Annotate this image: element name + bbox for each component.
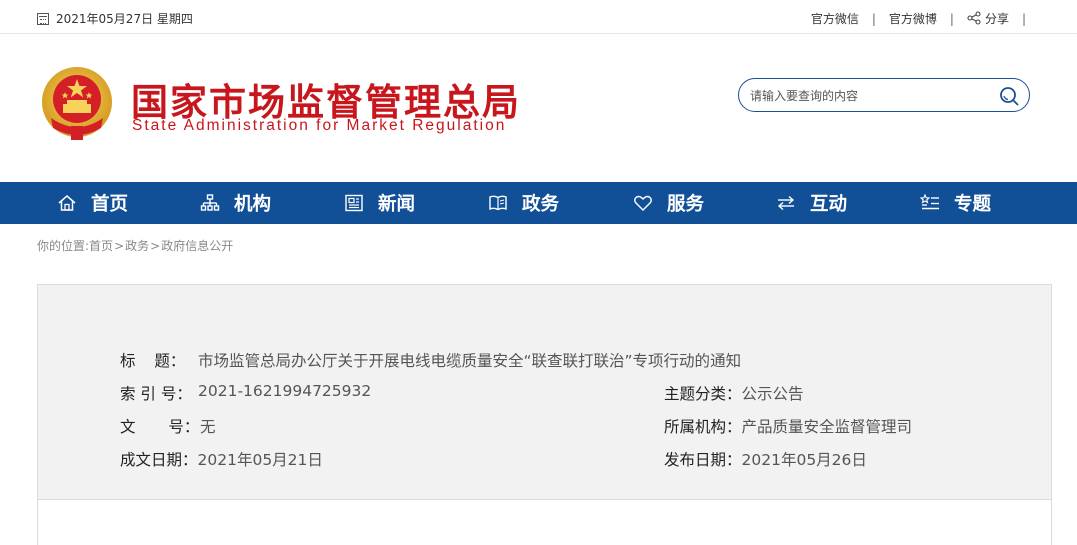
nav-item-topics[interactable]: 专题 <box>920 182 991 224</box>
nav-label: 新闻 <box>378 194 416 215</box>
document-info-panel: 标 题： 市场监管总局办公厅关于开展电线电缆质量安全“联查联打联治”专项行动的通… <box>37 284 1052 500</box>
title-value: 市场监管总局办公厅关于开展电线电缆质量安全“联查联打联治”专项行动的通知 <box>198 352 742 370</box>
top-utility-bar: 2021年05月27日 星期四 官方微信 | 官方微博 | 分享 | <box>0 0 1077 34</box>
separator: | <box>949 11 954 26</box>
info-topic-row: 主题分类： 公示公告 <box>664 382 804 404</box>
info-org-row: 所属机构： 产品质量安全监督管理司 <box>664 415 912 437</box>
nav-label: 互动 <box>810 194 848 215</box>
topic-value: 公示公告 <box>741 385 804 403</box>
share-icon <box>967 11 981 25</box>
org-chart-icon <box>200 193 220 213</box>
info-index-row: 索 引 号： 2021-1621994725932 <box>120 382 371 404</box>
separator: | <box>871 11 876 26</box>
title-label: 标 题： <box>120 352 186 370</box>
home-icon <box>57 193 77 213</box>
info-published-row: 发布日期： 2021年05月26日 <box>664 448 867 470</box>
docno-label: 文 号： <box>120 418 200 436</box>
nav-item-news[interactable]: 新闻 <box>344 182 415 224</box>
nav-label: 服务 <box>667 194 705 215</box>
wechat-link[interactable]: 官方微信 <box>811 10 859 27</box>
separator: | <box>1021 11 1026 26</box>
weibo-link[interactable]: 官方微博 <box>889 10 937 27</box>
breadcrumb: 你的位置:首页>政务>政府信息公开 <box>37 237 233 254</box>
top-links: 官方微信 | 官方微博 | 分享 | <box>811 10 1039 27</box>
national-emblem-icon[interactable] <box>41 66 113 142</box>
topic-label: 主题分类： <box>664 385 742 403</box>
breadcrumb-government[interactable]: 政务 <box>125 239 149 253</box>
article-content <box>37 500 1052 545</box>
nav-item-services[interactable]: 服务 <box>633 182 704 224</box>
docno-value: 无 <box>200 418 216 436</box>
site-title-english[interactable]: State Administration for Market Regulati… <box>132 117 506 135</box>
nav-label: 专题 <box>954 194 992 215</box>
current-date: 2021年05月27日 星期四 <box>37 10 193 27</box>
written-date-value: 2021年05月21日 <box>197 451 323 469</box>
info-title-row: 标 题： 市场监管总局办公厅关于开展电线电缆质量安全“联查联打联治”专项行动的通… <box>120 349 741 371</box>
star-list-icon <box>920 193 940 213</box>
heart-icon <box>633 193 653 213</box>
search-input[interactable] <box>750 87 990 105</box>
nav-item-government[interactable]: 政务 <box>488 182 559 224</box>
breadcrumb-arrow: > <box>150 239 161 253</box>
written-date-label: 成文日期： <box>120 451 198 469</box>
nav-item-home[interactable]: 首页 <box>57 182 128 224</box>
nav-label: 首页 <box>91 194 129 215</box>
calendar-icon <box>37 12 49 25</box>
index-label: 索 引 号： <box>120 385 192 403</box>
main-nav: 首页 机构 新闻 政务 服务 互动 专题 <box>0 182 1077 224</box>
search-icon[interactable] <box>999 86 1019 106</box>
site-header: 国家市场监督管理总局 State Administration for Mark… <box>0 34 1077 182</box>
breadcrumb-info-disclosure[interactable]: 政府信息公开 <box>161 239 233 253</box>
breadcrumb-prefix: 你的位置: <box>37 239 90 253</box>
nav-item-org[interactable]: 机构 <box>200 182 271 224</box>
index-value: 2021-1621994725932 <box>198 382 372 400</box>
book-icon <box>488 193 508 213</box>
info-docno-row: 文 号： 无 <box>120 415 216 437</box>
info-written-row: 成文日期： 2021年05月21日 <box>120 448 323 470</box>
share-label: 分享 <box>984 12 1009 26</box>
published-date-value: 2021年05月26日 <box>741 451 867 469</box>
date-text: 2021年05月27日 星期四 <box>56 12 193 26</box>
org-value: 产品质量安全监督管理司 <box>741 418 913 436</box>
search-box <box>738 78 1030 112</box>
published-date-label: 发布日期： <box>664 451 742 469</box>
breadcrumb-home[interactable]: 首页 <box>89 239 113 253</box>
nav-item-interaction[interactable]: 互动 <box>776 182 847 224</box>
breadcrumb-arrow: > <box>114 239 125 253</box>
swap-arrows-icon <box>776 193 796 213</box>
nav-label: 政务 <box>522 194 560 215</box>
org-label: 所属机构： <box>664 418 742 436</box>
share-link[interactable]: 分享 <box>967 10 1009 27</box>
nav-label: 机构 <box>234 194 272 215</box>
news-icon <box>344 193 364 213</box>
